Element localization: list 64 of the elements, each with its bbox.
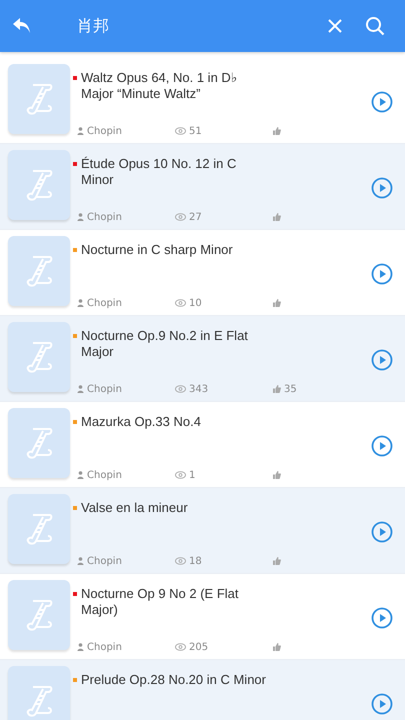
eye-icon (175, 213, 186, 221)
thumbs-up-icon[interactable] (273, 299, 281, 307)
author-name: Chopin (87, 298, 122, 308)
eye-icon (175, 385, 186, 393)
view-count: 1 (189, 470, 196, 480)
play-icon[interactable] (371, 348, 393, 370)
person-icon (77, 213, 84, 221)
search-icon[interactable] (365, 16, 385, 36)
thumbs-up-icon[interactable] (273, 557, 281, 565)
song-title[interactable]: Étude Opus 10 No. 12 in C Minor (81, 156, 266, 188)
thumbs-up-icon[interactable] (273, 471, 281, 479)
scroll-icon (24, 425, 54, 461)
view-count: 27 (189, 212, 202, 222)
scroll-icon (24, 597, 54, 633)
header-title: 肖邦 (77, 16, 110, 36)
author-name: Chopin (87, 384, 122, 394)
view-count: 343 (189, 384, 208, 394)
scroll-icon (24, 167, 54, 203)
scroll-icon (24, 81, 54, 117)
author-name: Chopin (87, 212, 122, 222)
song-title[interactable]: Nocturne Op 9 No 2 (E Flat Major) (81, 586, 266, 618)
eye-icon (175, 127, 186, 135)
author-name: Chopin (87, 126, 122, 136)
song-title[interactable]: Nocturne Op.9 No.2 in E Flat Major (81, 328, 266, 360)
close-icon[interactable] (327, 18, 343, 34)
person-icon (77, 643, 84, 651)
person-icon (77, 299, 84, 307)
scroll-icon (24, 683, 54, 719)
play-icon[interactable] (371, 606, 393, 628)
eye-icon (175, 471, 186, 479)
play-icon[interactable] (371, 90, 393, 112)
eye-icon (175, 299, 186, 307)
person-icon (77, 385, 84, 393)
song-title[interactable]: Prelude Op.28 No.20 in C Minor (81, 672, 266, 688)
eye-icon (175, 557, 186, 565)
view-count: 51 (189, 126, 202, 136)
song-title[interactable]: Valse en la mineur (81, 500, 266, 516)
eye-icon (175, 643, 186, 651)
scroll-icon (24, 339, 54, 375)
view-count: 18 (189, 556, 202, 566)
thumbs-up-icon[interactable] (273, 127, 281, 135)
author-name: Chopin (87, 642, 122, 652)
song-title[interactable]: Mazurka Op.33 No.4 (81, 414, 266, 430)
thumbs-up-icon[interactable] (273, 643, 281, 651)
play-icon[interactable] (371, 692, 393, 714)
play-icon[interactable] (371, 434, 393, 456)
person-icon (77, 471, 84, 479)
song-title[interactable]: Nocturne in C sharp Minor (81, 242, 266, 258)
thumbs-up-icon[interactable] (273, 213, 281, 221)
view-count: 205 (189, 642, 208, 652)
person-icon (77, 557, 84, 565)
like-count: 35 (284, 384, 297, 394)
thumbs-up-icon[interactable] (273, 385, 281, 393)
author-name: Chopin (87, 556, 122, 566)
person-icon (77, 127, 84, 135)
song-title[interactable]: Waltz Opus 64, No. 1 in D♭ Major “Minute Waltz” (81, 70, 266, 102)
play-icon[interactable] (371, 176, 393, 198)
back-icon[interactable] (12, 17, 32, 35)
scroll-icon (24, 253, 54, 289)
view-count: 10 (189, 298, 202, 308)
play-icon[interactable] (371, 262, 393, 284)
play-icon[interactable] (371, 520, 393, 542)
scroll-icon (24, 511, 54, 547)
author-name: Chopin (87, 470, 122, 480)
